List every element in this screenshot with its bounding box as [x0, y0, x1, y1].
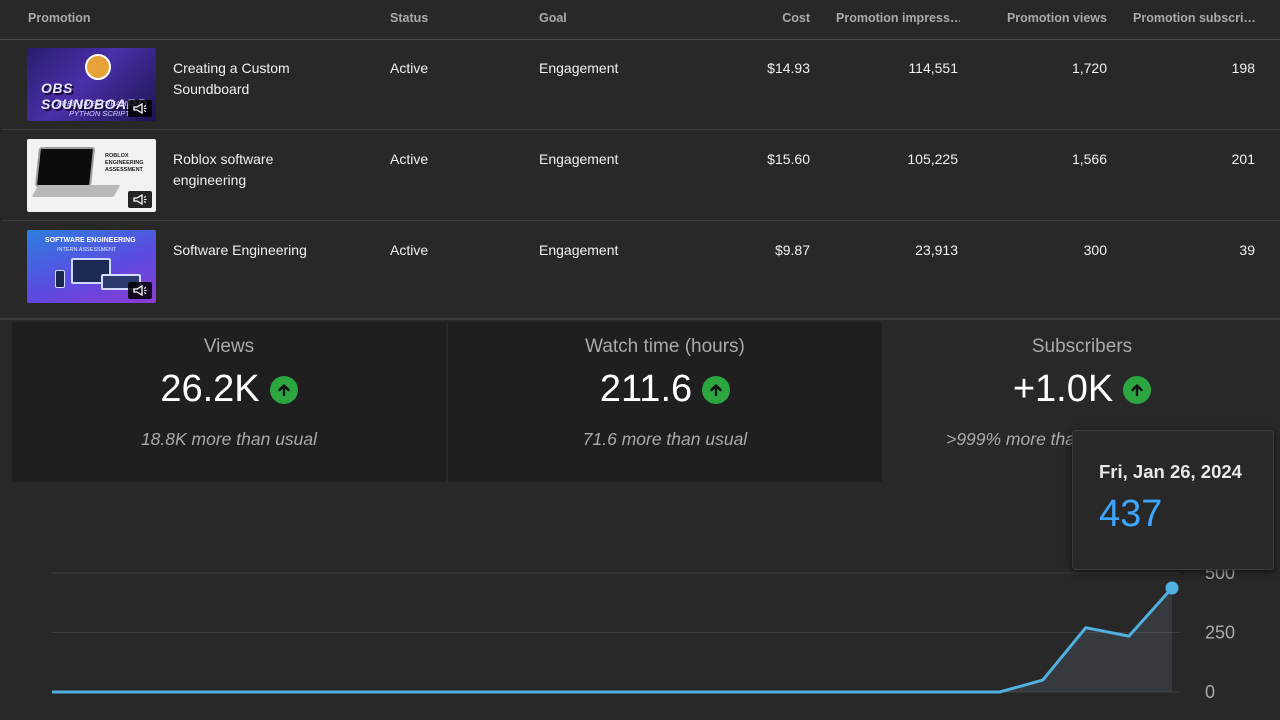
tooltip-value: 437 — [1099, 493, 1163, 535]
stat-value: 211.6 — [599, 368, 693, 410]
goal-cell: Engagement — [539, 242, 619, 258]
impressions-cell: 23,913 — [915, 242, 958, 258]
stat-card-views[interactable]: Views 26.2K 18.8K more than usual — [12, 322, 446, 482]
subscribers-cell: 201 — [1231, 151, 1255, 167]
chart-tooltip: Fri, Jan 26, 2024 437 — [1072, 430, 1274, 570]
arrow-up-circle-icon — [702, 375, 731, 404]
laptop-image — [31, 185, 121, 197]
thumbnail-text: ROBLOX ENGINEERING ASSESSMENT — [105, 153, 144, 173]
phone-image — [55, 270, 65, 288]
promotions-table: Promotion Status Goal Cost Promotion imp… — [0, 0, 1280, 320]
stat-card-watch-time[interactable]: Watch time (hours) 211.6 71.6 more than … — [448, 322, 882, 482]
cost-cell: $14.93 — [767, 60, 810, 76]
stat-label: Subscribers — [1031, 336, 1133, 357]
cost-cell: $9.87 — [774, 242, 810, 258]
megaphone-icon — [128, 282, 152, 299]
thumbnail-text: PYTHON SCRIPT — [69, 109, 130, 118]
video-title[interactable]: Roblox software engineering — [173, 149, 323, 191]
column-header-impressions[interactable]: Promotion impress… — [836, 11, 960, 25]
stat-note: 71.6 more than usual — [582, 429, 748, 449]
arrow-up-circle-icon — [269, 375, 298, 404]
column-header-subscribers[interactable]: Promotion subscri… — [1133, 11, 1255, 25]
video-title[interactable]: Software Engineering — [173, 240, 323, 261]
status-cell: Active — [390, 242, 429, 258]
column-header-goal[interactable]: Goal — [539, 11, 567, 25]
table-header: Promotion Status Goal Cost Promotion imp… — [0, 0, 1280, 40]
y-tick-label: 0 — [1205, 682, 1215, 702]
laptop-image — [34, 147, 96, 187]
subscribers-cell: 39 — [1239, 242, 1255, 258]
chart-point-highlighted[interactable] — [1165, 581, 1179, 595]
status-cell: Active — [390, 151, 429, 167]
chart-area — [52, 588, 1172, 692]
video-thumbnail[interactable]: SOFTWARE ENGINEERING INTERN ASSESSMENT — [27, 230, 156, 303]
table-row[interactable]: ROBLOX ENGINEERING ASSESSMENT Roblox sof… — [2, 131, 1280, 221]
video-thumbnail[interactable]: OBS SOUNDBOARD FREE LIVESTREAMING PYTHON… — [27, 48, 156, 121]
stat-label: Watch time (hours) — [585, 336, 745, 357]
stat-value: +1.0K — [1012, 368, 1114, 410]
cost-cell: $15.60 — [767, 151, 810, 167]
video-thumbnail[interactable]: ROBLOX ENGINEERING ASSESSMENT — [27, 139, 156, 212]
y-tick-label: 250 — [1205, 623, 1235, 643]
views-cell: 1,566 — [1071, 151, 1107, 167]
views-cell: 1,720 — [1071, 60, 1107, 76]
megaphone-icon — [128, 100, 152, 117]
column-header-views[interactable]: Promotion views — [990, 11, 1107, 25]
stat-note: 18.8K more than usual — [140, 429, 318, 449]
arrow-up-circle-icon — [1123, 375, 1152, 404]
views-cell: 300 — [1083, 242, 1107, 258]
impressions-cell: 105,225 — [907, 151, 958, 167]
status-cell: Active — [390, 60, 429, 76]
column-header-cost[interactable]: Cost — [760, 11, 810, 25]
chart-line — [52, 586, 1174, 694]
avatar — [85, 54, 111, 80]
column-header-status[interactable]: Status — [390, 11, 428, 25]
subscribers-cell: 198 — [1231, 60, 1255, 76]
table-row[interactable]: SOFTWARE ENGINEERING INTERN ASSESSMENT S… — [2, 222, 1280, 312]
thumbnail-text: SOFTWARE ENGINEERING — [45, 237, 136, 244]
megaphone-icon — [128, 191, 152, 208]
impressions-cell: 114,551 — [908, 60, 958, 76]
stat-label: Views — [203, 336, 255, 357]
tooltip-date: Fri, Jan 26, 2024 — [1099, 461, 1242, 482]
stat-value: 26.2K — [160, 368, 260, 410]
table-row[interactable]: OBS SOUNDBOARD FREE LIVESTREAMING PYTHON… — [2, 40, 1280, 130]
column-header-promotion[interactable]: Promotion — [28, 11, 91, 25]
video-title[interactable]: Creating a Custom Soundboard — [173, 58, 323, 100]
goal-cell: Engagement — [539, 60, 619, 76]
thumbnail-text: INTERN ASSESSMENT — [57, 247, 117, 253]
goal-cell: Engagement — [539, 151, 619, 167]
